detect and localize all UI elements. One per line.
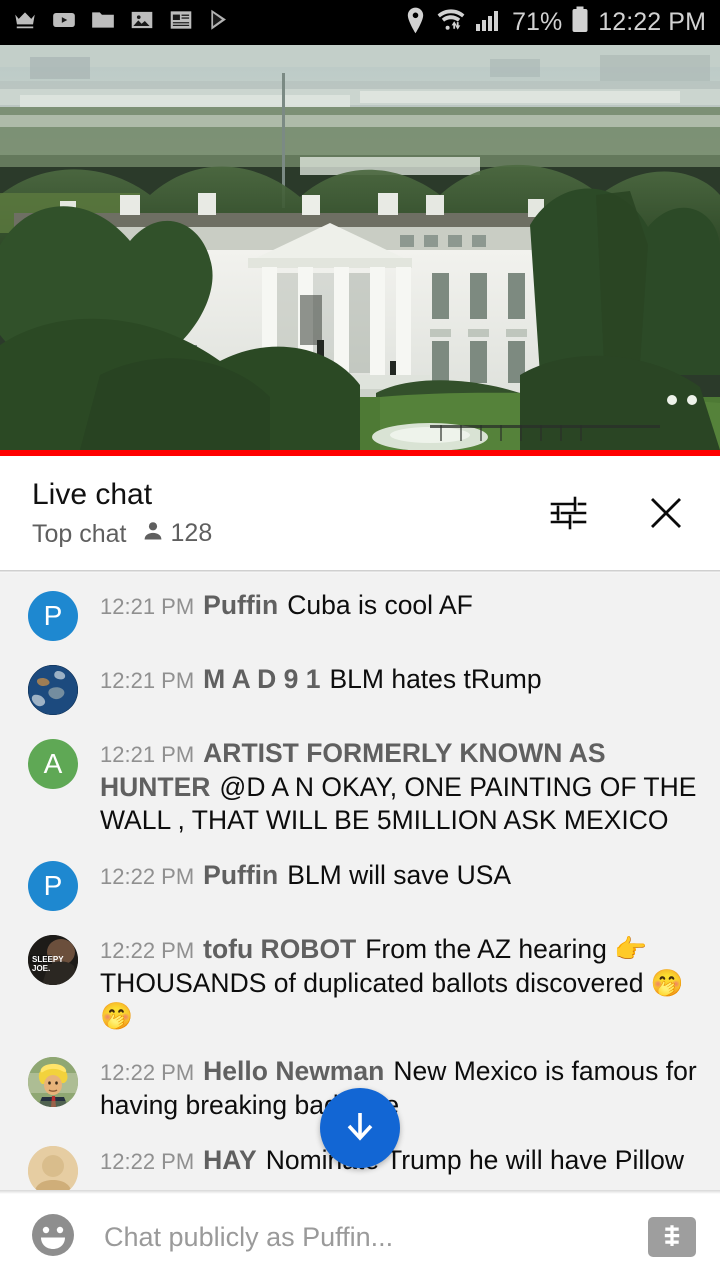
chat-settings-icon[interactable] xyxy=(544,489,592,537)
scroll-to-bottom-button[interactable] xyxy=(320,1088,400,1168)
super-chat-dollar-icon[interactable] xyxy=(648,1217,696,1257)
message-author[interactable]: Hello Newman xyxy=(203,1056,384,1086)
crown-icon xyxy=(12,7,38,38)
avatar[interactable] xyxy=(28,1057,78,1107)
message-author[interactable]: tofu ROBOT xyxy=(203,934,356,964)
status-bar-system-icons: 71% 12:22 PM xyxy=(404,6,706,39)
chat-message-body: 12:21 PM Puffin Cuba is cool AF xyxy=(100,589,473,641)
signal-icon xyxy=(475,7,503,38)
message-timestamp: 12:22 PM xyxy=(100,938,195,963)
message-timestamp: 12:22 PM xyxy=(100,1060,195,1085)
wifi-icon xyxy=(436,7,466,38)
youtube-live-chat-screen: 71% 12:22 PM Live chat Top chat 128 P 12… xyxy=(0,0,720,1280)
arrow-down-icon xyxy=(338,1104,382,1153)
photo-icon xyxy=(129,7,155,38)
message-timestamp: 12:22 PM xyxy=(100,1149,195,1174)
avatar-letter: P xyxy=(43,870,63,901)
chat-composer xyxy=(0,1194,720,1280)
close-icon[interactable] xyxy=(642,489,690,537)
generic-avatar-icon xyxy=(28,1146,78,1190)
emoji-icon[interactable] xyxy=(28,1210,78,1265)
message-author[interactable]: HAY xyxy=(203,1145,257,1175)
chat-message-row[interactable]: A 12:21 PM ARTIST FORMERLY KNOWN AS HUNTE… xyxy=(0,737,720,837)
chat-message-body: 12:22 PM Puffin BLM will save USA xyxy=(100,859,511,911)
avatar[interactable]: SLEEPY JOE. xyxy=(28,935,78,985)
chat-message-row[interactable]: 12:21 PM M A D 9 1 BLM hates tRump xyxy=(0,663,720,715)
page-title: Live chat xyxy=(32,478,153,511)
message-timestamp: 12:22 PM xyxy=(100,864,195,889)
live-chat-header-actions xyxy=(544,489,698,537)
svg-text:JOE.: JOE. xyxy=(32,964,50,973)
live-chat-header: Live chat Top chat 128 xyxy=(0,456,720,570)
status-bar-notification-icons xyxy=(12,7,233,38)
message-author[interactable]: Puffin xyxy=(203,590,278,620)
chat-input[interactable] xyxy=(104,1221,648,1253)
avatar-letter: A xyxy=(43,748,63,779)
live-chat-header-titles: Live chat Top chat 128 xyxy=(32,478,212,548)
message-text: BLM hates tRump xyxy=(329,664,542,694)
live-chat-subheader: Top chat 128 xyxy=(32,519,212,548)
earth-avatar-icon xyxy=(28,665,78,715)
viewer-count-label: 128 xyxy=(170,519,213,547)
chat-mode-label[interactable]: Top chat xyxy=(32,520,127,548)
android-status-bar: 71% 12:22 PM xyxy=(0,0,720,45)
message-timestamp: 12:21 PM xyxy=(100,668,195,693)
avatar[interactable] xyxy=(28,1146,78,1190)
viewer-count: 128 xyxy=(141,519,213,548)
news-icon xyxy=(168,7,194,38)
message-text: Cuba is cool AF xyxy=(287,590,473,620)
youtube-icon xyxy=(51,7,77,38)
avatar-letter: P xyxy=(43,600,63,631)
avatar[interactable] xyxy=(28,665,78,715)
chat-message-row[interactable]: SLEEPY JOE. 12:22 PM tofu ROBOT From the A… xyxy=(0,933,720,1033)
battery-percent-label: 71% xyxy=(512,8,563,36)
location-icon xyxy=(404,7,427,39)
message-text: BLM will save USA xyxy=(287,860,512,890)
avatar[interactable]: A xyxy=(28,739,78,789)
chat-message-body: 12:21 PM M A D 9 1 BLM hates tRump xyxy=(100,663,542,715)
svg-text:SLEEPY: SLEEPY xyxy=(32,955,64,964)
avatar[interactable]: P xyxy=(28,591,78,641)
chat-message-row[interactable]: P 12:22 PM Puffin BLM will save USA xyxy=(0,859,720,911)
avatar[interactable]: P xyxy=(28,861,78,911)
video-player[interactable] xyxy=(0,45,720,450)
message-timestamp: 12:21 PM xyxy=(100,742,195,767)
message-author[interactable]: Puffin xyxy=(203,860,278,890)
person-icon xyxy=(141,519,165,548)
message-author[interactable]: M A D 9 1 xyxy=(203,664,320,694)
chat-message-body: 12:21 PM ARTIST FORMERLY KNOWN AS HUNTER @… xyxy=(100,737,700,837)
message-timestamp: 12:21 PM xyxy=(100,594,195,619)
white-house-video-frame xyxy=(0,45,720,450)
battery-icon xyxy=(571,6,589,39)
chat-message-body: 12:22 PM Hello Newman New Mexico is famous… xyxy=(100,1055,700,1122)
chat-message-body: 12:22 PM tofu ROBOT From the AZ hearing 👉T… xyxy=(100,933,700,1033)
chat-message-row[interactable]: P 12:21 PM Puffin Cuba is cool AF xyxy=(0,589,720,641)
folder-icon xyxy=(90,7,116,38)
trump-caricature-avatar-icon xyxy=(28,1057,78,1107)
clock-label: 12:22 PM xyxy=(598,8,706,36)
sleepy-joe-avatar-icon: SLEEPY JOE. xyxy=(28,935,78,985)
play-store-icon xyxy=(207,7,233,38)
